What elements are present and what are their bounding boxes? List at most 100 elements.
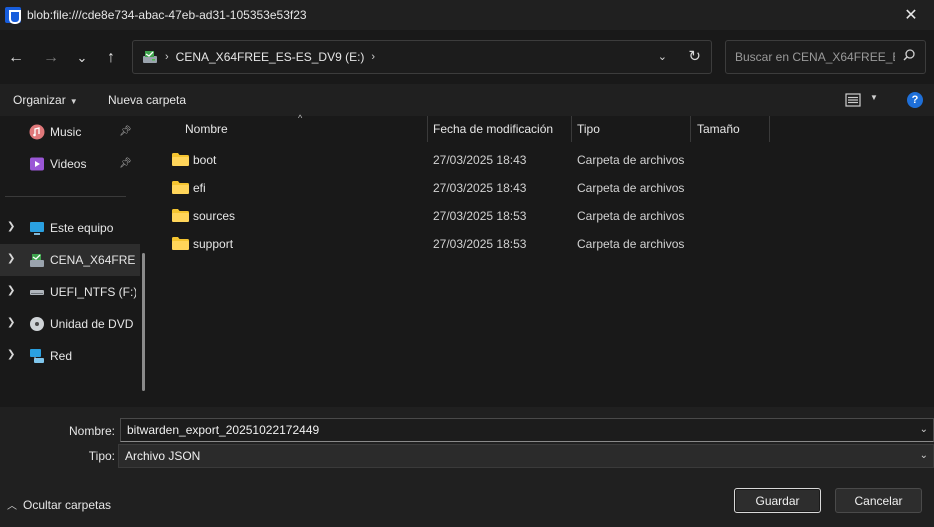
file-type: Carpeta de archivos [577, 209, 685, 223]
sidebar-item-label: CENA_X64FREE_ES-ES_DV9 (E:) [50, 253, 136, 267]
file-row[interactable]: boot 27/03/2025 18:43 Carpeta de archivo… [170, 146, 690, 174]
folder-icon [172, 181, 189, 194]
music-icon [29, 124, 45, 140]
sidebar-item-label: Unidad de DVD [50, 317, 134, 331]
forward-button[interactable]: → [37, 44, 65, 72]
column-header-modified[interactable]: Fecha de modificación [433, 116, 553, 142]
file-row[interactable]: efi 27/03/2025 18:43 Carpeta de archivos [170, 174, 690, 202]
drive-icon [30, 290, 44, 295]
sidebar-item-dvd-drive[interactable]: ❯ Unidad de DVD [0, 308, 140, 340]
chevron-down-icon: ⌄ [76, 50, 88, 65]
search-icon [903, 49, 915, 61]
column-name-label: Nombre [185, 122, 228, 136]
file-type: Carpeta de archivos [577, 153, 685, 167]
column-divider[interactable] [769, 116, 770, 142]
breadcrumb-separator[interactable]: › [371, 51, 375, 63]
filetype-label: Tipo: [88, 449, 115, 463]
up-button[interactable]: ↑ [97, 44, 125, 72]
dvd-drive-icon [143, 51, 157, 63]
sidebar-item-network[interactable]: ❯ Red [0, 340, 140, 372]
column-divider[interactable] [427, 116, 428, 142]
expand-chevron-icon[interactable]: ❯ [7, 221, 15, 232]
close-icon: ✕ [904, 7, 918, 24]
filename-value: bitwarden_export_20251022172449 [127, 423, 320, 437]
column-header-name[interactable]: Nombre [185, 116, 228, 142]
file-modified: 27/03/2025 18:43 [433, 181, 527, 195]
pin-icon: 📌︎ [119, 158, 132, 169]
filetype-select[interactable]: Archivo JSON ⌄ [118, 444, 934, 468]
column-divider[interactable] [690, 116, 691, 142]
save-button[interactable]: Guardar [734, 488, 821, 513]
help-icon[interactable]: ? [907, 92, 923, 108]
up-arrow-icon: ↑ [107, 49, 115, 66]
view-options-icon[interactable] [845, 93, 861, 107]
expand-chevron-icon[interactable]: ❯ [7, 317, 15, 328]
pin-icon: 📌︎ [119, 126, 132, 137]
cancel-button-label: Cancelar [854, 493, 903, 508]
new-folder-button[interactable]: Nueva carpeta [108, 93, 186, 107]
expand-chevron-icon[interactable]: ❯ [7, 349, 15, 360]
sidebar-item-uefi-ntfs[interactable]: ❯ UEFI_NTFS (F:) [0, 276, 140, 308]
hide-folders-label: Ocultar carpetas [23, 498, 112, 512]
sidebar-item-label: Red [50, 349, 73, 363]
dvd-drive-icon [30, 254, 44, 267]
column-modified-label: Fecha de modificación [433, 122, 554, 136]
dropdown-arrow-icon: ▼ [69, 97, 78, 106]
expand-chevron-icon[interactable]: ❯ [7, 253, 15, 264]
computer-icon [30, 222, 44, 235]
sort-ascending-icon: ^ [298, 113, 303, 123]
network-icon [30, 349, 44, 363]
sidebar-item-this-pc[interactable]: ❯ Este equipo [0, 212, 140, 244]
sidebar-scrollbar[interactable] [142, 253, 145, 391]
forward-arrow-icon: → [43, 49, 59, 66]
organize-button[interactable]: Organizar ▼ [13, 93, 78, 107]
navigation-pane: Music 📌︎ Videos 📌︎ ❯ Este equipo ❯ CENA_… [0, 116, 152, 407]
back-button[interactable]: ← [2, 44, 30, 72]
close-button[interactable]: ✕ [888, 0, 934, 30]
column-header-type[interactable]: Tipo [577, 116, 600, 142]
column-size-label: Tamaño [697, 122, 740, 136]
save-pane: Nombre: bitwarden_export_20251022172449 … [0, 407, 934, 527]
column-type-label: Tipo [577, 122, 600, 136]
chevron-down-icon[interactable]: ⌄ [920, 424, 928, 435]
save-button-label: Guardar [755, 493, 800, 508]
file-modified: 27/03/2025 18:43 [433, 153, 527, 167]
command-bar: Organizar ▼ Nueva carpeta ▼ ? [0, 84, 934, 116]
filename-label: Nombre: [68, 424, 115, 438]
sidebar-item-cena-drive[interactable]: ❯ CENA_X64FREE_ES-ES_DV9 (E:) [0, 244, 140, 276]
sidebar-item-label: UEFI_NTFS (F:) [50, 285, 136, 299]
cancel-button[interactable]: Cancelar [835, 488, 922, 513]
file-row[interactable]: support 27/03/2025 18:53 Carpeta de arch… [170, 230, 690, 258]
breadcrumb-separator: › [165, 51, 169, 63]
file-name: support [193, 237, 234, 251]
back-arrow-icon: ← [8, 49, 24, 66]
bitwarden-icon [5, 7, 21, 24]
refresh-icon[interactable]: ↻ [688, 47, 701, 65]
hide-folders-button[interactable]: ︿ Ocultar carpetas [7, 497, 111, 512]
recent-locations-button[interactable]: ⌄ [68, 44, 96, 72]
address-bar[interactable]: › CENA_X64FREE_ES-ES_DV9 (E:) › ⌄ ↻ [132, 40, 712, 74]
filename-input[interactable]: bitwarden_export_20251022172449 ⌄ [120, 418, 934, 442]
sidebar-item-label: Este equipo [50, 221, 114, 235]
address-dropdown-icon[interactable]: ⌄ [658, 50, 667, 63]
window-title: blob:file:///cde8e734-abac-47eb-ad31-105… [27, 8, 307, 22]
column-header-size[interactable]: Tamaño [697, 116, 740, 142]
videos-icon [30, 157, 44, 171]
title-bar: blob:file:///cde8e734-abac-47eb-ad31-105… [0, 0, 934, 30]
expand-chevron-icon[interactable]: ❯ [7, 285, 15, 296]
search-input[interactable]: Buscar en CENA_X64FREE_E... [725, 40, 926, 74]
view-dropdown-icon[interactable]: ▼ [870, 93, 878, 102]
file-name: boot [193, 153, 217, 167]
file-type: Carpeta de archivos [577, 181, 685, 195]
sidebar-item-music[interactable]: Music 📌︎ [0, 116, 140, 148]
file-row[interactable]: sources 27/03/2025 18:53 Carpeta de arch… [170, 202, 690, 230]
folder-icon [172, 153, 189, 166]
file-type: Carpeta de archivos [577, 237, 685, 251]
chevron-up-icon: ︿ [7, 501, 17, 512]
file-modified: 27/03/2025 18:53 [433, 237, 527, 251]
sidebar-item-videos[interactable]: Videos 📌︎ [0, 148, 140, 180]
breadcrumb-drive[interactable]: CENA_X64FREE_ES-ES_DV9 (E:) [176, 50, 365, 64]
file-name: efi [193, 181, 206, 195]
column-divider[interactable] [571, 116, 572, 142]
chevron-down-icon: ⌄ [919, 450, 928, 461]
